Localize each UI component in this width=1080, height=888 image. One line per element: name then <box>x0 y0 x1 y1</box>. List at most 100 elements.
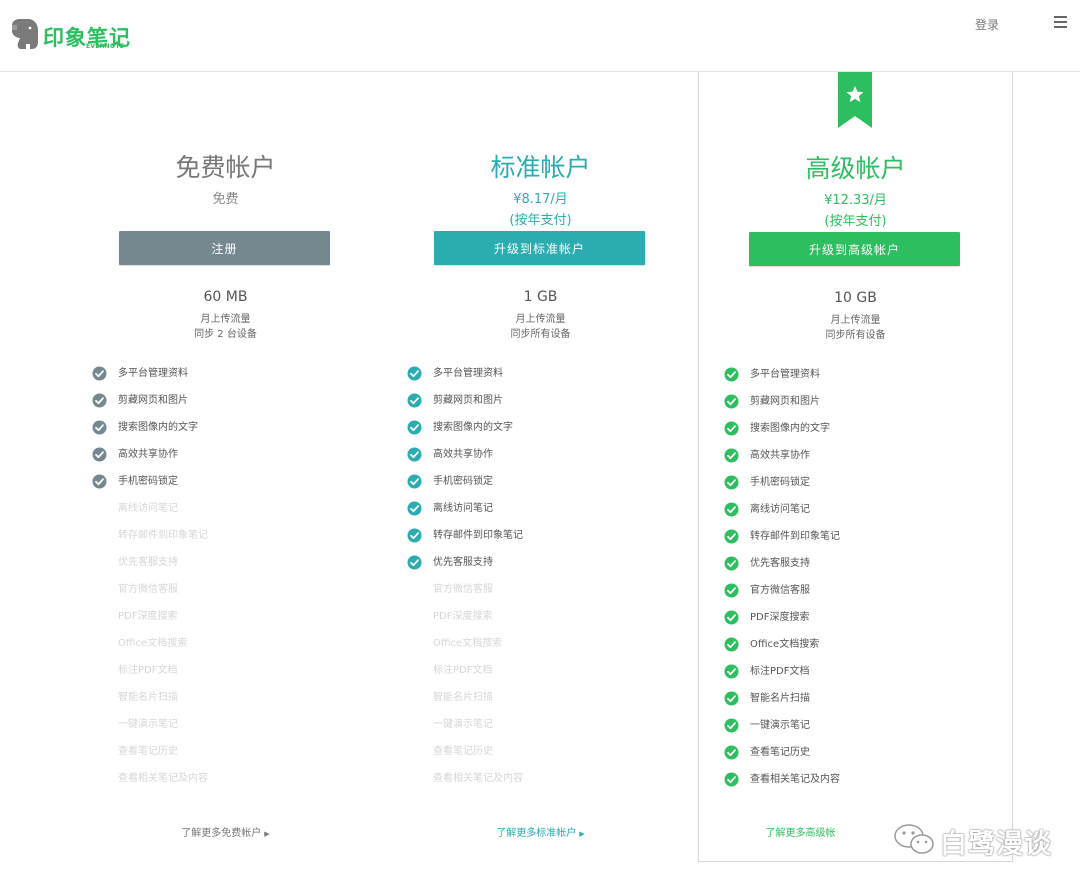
check-circle-icon <box>724 394 739 409</box>
feature-item: 一键演示笔记 <box>724 717 840 744</box>
watermark: 白鹭漫谈 <box>893 820 1053 860</box>
learn-more-label: 了解更多高级帐 <box>765 828 836 839</box>
feature-item: 高效共享协作 <box>92 446 208 473</box>
upgrade-standard-button[interactable]: 升级到标准帐户 <box>434 231 645 265</box>
feature-item: 查看相关笔记及内容 <box>92 770 208 797</box>
feature-label: 一键演示笔记 <box>750 720 810 731</box>
feature-item: 搜索图像内的文字 <box>407 419 523 446</box>
feature-item: 智能名片扫描 <box>92 689 208 716</box>
feature-item: 搜索图像内的文字 <box>92 419 208 446</box>
learn-more-link[interactable]: 了解更多免费帐户 ▶ <box>68 824 383 839</box>
check-circle-icon <box>724 556 739 571</box>
signup-button[interactable]: 注册 <box>119 231 330 265</box>
feature-label: 离线访问笔记 <box>433 503 493 514</box>
feature-label: 搜索图像内的文字 <box>750 423 830 434</box>
feature-label: 优先客服支持 <box>118 557 178 568</box>
feature-item: 查看笔记历史 <box>92 743 208 770</box>
feature-item: 标注PDF文档 <box>92 662 208 689</box>
feature-label: PDF深度搜索 <box>750 612 810 623</box>
hamburger-menu-icon[interactable] <box>1054 16 1067 31</box>
check-circle-icon <box>724 448 739 463</box>
feature-item: 官方微信客服 <box>92 581 208 608</box>
feature-label: 剪藏网页和图片 <box>750 396 820 407</box>
check-circle-icon <box>724 745 739 760</box>
feature-label: 转存邮件到印象笔记 <box>433 530 523 541</box>
check-circle-icon <box>407 447 422 462</box>
feature-item: 剪藏网页和图片 <box>92 392 208 419</box>
feature-label: 标注PDF文档 <box>750 666 810 677</box>
feature-label: 标注PDF文档 <box>118 665 178 676</box>
feature-label: 查看笔记历史 <box>433 746 493 757</box>
feature-label: 查看相关笔记及内容 <box>433 773 523 784</box>
storage-note-devices: 同步 2 台设备 <box>194 329 257 340</box>
check-circle-icon <box>407 555 422 570</box>
feature-item: 转存邮件到印象笔记 <box>92 527 208 554</box>
feature-label: 搜索图像内的文字 <box>433 422 513 433</box>
feature-item: Office文档搜索 <box>407 635 523 662</box>
feature-label: 搜索图像内的文字 <box>118 422 198 433</box>
storage-note-upload: 月上传流量 <box>515 314 566 325</box>
feature-item: 智能名片扫描 <box>724 690 840 717</box>
check-circle-icon <box>724 664 739 679</box>
check-circle-icon <box>92 393 107 408</box>
feature-label: 高效共享协作 <box>433 449 493 460</box>
feature-item: 转存邮件到印象笔记 <box>724 528 840 555</box>
feature-item: 智能名片扫描 <box>407 689 523 716</box>
feature-item: 查看笔记历史 <box>724 744 840 771</box>
check-circle-icon <box>724 529 739 544</box>
upgrade-premium-button[interactable]: 升级到高级帐户 <box>749 232 960 266</box>
check-circle-icon <box>724 475 739 490</box>
feature-label: 智能名片扫描 <box>118 692 178 703</box>
feature-label: 多平台管理资料 <box>433 368 503 379</box>
feature-label: 手机密码锁定 <box>118 476 178 487</box>
feature-item: 剪藏网页和图片 <box>724 393 840 420</box>
feature-item: 手机密码锁定 <box>92 473 208 500</box>
feature-label: PDF深度搜索 <box>433 611 493 622</box>
check-circle-icon <box>407 420 422 435</box>
feature-item: 优先客服支持 <box>92 554 208 581</box>
storage-amount: 1 GB <box>523 289 558 305</box>
feature-item: PDF深度搜索 <box>407 608 523 635</box>
triangle-right-icon: ▶ <box>264 830 270 838</box>
check-circle-icon <box>92 447 107 462</box>
feature-label: 转存邮件到印象笔记 <box>118 530 208 541</box>
check-circle-icon <box>407 528 422 543</box>
check-circle-icon <box>724 502 739 517</box>
check-circle-icon <box>724 772 739 787</box>
storage-note-devices: 同步所有设备 <box>510 329 571 340</box>
feature-label: 手机密码锁定 <box>750 477 810 488</box>
feature-label: 官方微信客服 <box>118 584 178 595</box>
feature-item: PDF深度搜索 <box>724 609 840 636</box>
feature-list: 多平台管理资料 剪藏网页和图片 搜索图像内的文字 高效共享协作 手机密码锁定 离线访问笔记… <box>724 366 840 798</box>
check-circle-icon <box>724 637 739 652</box>
feature-item: 剪藏网页和图片 <box>407 392 523 419</box>
plan-standard: 标准帐户 ¥8.17/月 (按年支付) 升级到标准帐户 1 GB 月上传流量 同… <box>383 72 698 862</box>
storage-note-upload: 月上传流量 <box>830 315 881 326</box>
plan-title: 标准帐户 <box>490 153 591 182</box>
check-circle-icon <box>407 366 422 381</box>
feature-item: 高效共享协作 <box>724 447 840 474</box>
feature-label: Office文档搜索 <box>750 639 820 650</box>
feature-item: 手机密码锁定 <box>724 474 840 501</box>
feature-item: 高效共享协作 <box>407 446 523 473</box>
feature-label: 转存邮件到印象笔记 <box>750 531 840 542</box>
feature-item: 查看相关笔记及内容 <box>724 771 840 798</box>
feature-label: Office文档搜索 <box>118 638 188 649</box>
plan-price: ¥8.17/月 <box>513 192 568 207</box>
billing-note: (按年支付) <box>824 214 887 229</box>
check-circle-icon <box>407 393 422 408</box>
check-circle-icon <box>724 367 739 382</box>
plan-premium: 高级帐户 ¥12.33/月 (按年支付) 升级到高级帐户 10 GB 月上传流量… <box>698 72 1013 862</box>
check-circle-icon <box>92 420 107 435</box>
check-circle-icon <box>724 691 739 706</box>
feature-item: 多平台管理资料 <box>407 365 523 392</box>
feature-label: 优先客服支持 <box>433 557 493 568</box>
login-link[interactable]: 登录 <box>975 16 999 33</box>
plan-title: 免费帐户 <box>175 153 276 182</box>
feature-label: 剪藏网页和图片 <box>433 395 503 406</box>
plan-price: ¥12.33/月 <box>824 193 887 208</box>
feature-label: Office文档搜索 <box>433 638 503 649</box>
feature-label: 标注PDF文档 <box>433 665 493 676</box>
plan-price: 免费 <box>212 192 239 207</box>
feature-label: 一键演示笔记 <box>433 719 493 730</box>
